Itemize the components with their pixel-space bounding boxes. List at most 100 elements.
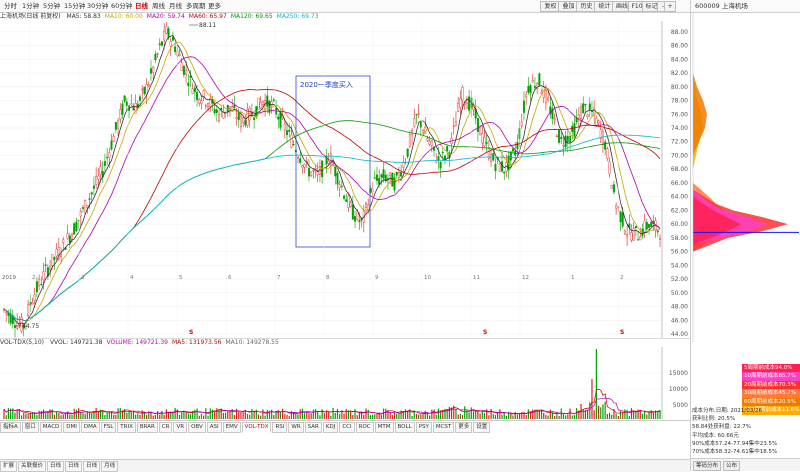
candle-body xyxy=(547,97,550,101)
candle-body xyxy=(426,138,429,141)
candle-body xyxy=(108,152,111,158)
price-tick-19: 50.00 xyxy=(671,290,688,297)
indicator-tab-11[interactable]: ASI xyxy=(206,422,222,433)
indicator-tab-23[interactable]: MCST xyxy=(432,422,455,433)
indicator-tab-5[interactable]: FSL xyxy=(100,422,117,433)
indicator-tab-2[interactable]: MACD xyxy=(39,422,63,433)
month-mark-6: 8 xyxy=(326,275,330,281)
timeframe-5[interactable]: 60分钟 xyxy=(109,1,134,11)
candle-body xyxy=(588,103,591,110)
month-mark-8: 10 xyxy=(424,275,431,281)
indicator-tab-12[interactable]: EMV xyxy=(222,422,241,433)
bottom-tab-3[interactable]: 日线 xyxy=(65,461,83,472)
candle-body xyxy=(525,94,528,98)
candle-body xyxy=(650,221,653,227)
ma-legend-item-4: MA120: 69.65 xyxy=(230,13,273,20)
indicator-tab-22[interactable]: PSY xyxy=(415,422,432,433)
indicator-tab-24[interactable]: 更多 xyxy=(455,422,473,433)
indicator-tab-4[interactable]: DMA xyxy=(80,422,100,433)
cost-legend-item-2: 20周期前成本70.3% xyxy=(742,380,800,390)
indicator-tab-8[interactable]: CR xyxy=(158,422,173,433)
bottom-tab-2[interactable]: 日线 xyxy=(47,461,65,472)
timeframe-2[interactable]: 5分钟 xyxy=(41,1,62,11)
indicator-tab-15[interactable]: WR xyxy=(288,422,304,433)
candle-body xyxy=(75,221,78,232)
toolbar-button-8[interactable]: + xyxy=(664,1,676,12)
candle-body xyxy=(619,211,622,223)
candle-body xyxy=(354,216,357,222)
candle-body xyxy=(428,141,431,145)
bottom-tab-4[interactable]: 日线 xyxy=(83,461,101,472)
indicator-tab-9[interactable]: VR xyxy=(173,422,188,433)
indicator-tab-19[interactable]: ROC xyxy=(355,422,374,433)
indicator-tab-25[interactable]: 设置 xyxy=(473,422,491,433)
candle-body xyxy=(158,43,161,46)
indicator-tab-7[interactable]: BRAR xyxy=(136,422,158,433)
candle-body xyxy=(446,146,449,152)
indicator-tab-13[interactable]: VOL-TDX xyxy=(241,422,272,433)
indicator-tab-14[interactable]: RSI xyxy=(272,422,288,433)
ma-line-120 xyxy=(3,120,661,321)
indicator-tab-17[interactable]: KDJ xyxy=(322,422,339,433)
candle-body xyxy=(338,184,341,188)
indicator-tab-10[interactable]: OBV xyxy=(188,422,206,433)
timeframe-4[interactable]: 30分钟 xyxy=(85,1,110,11)
volume-chart[interactable]: 15000 10000 5000 xyxy=(0,347,690,419)
indicator-tab-3[interactable]: DMI xyxy=(63,422,80,433)
candle-body xyxy=(207,103,210,108)
candle-body xyxy=(501,161,504,172)
candle-body xyxy=(512,148,515,152)
volume-indicator-label[interactable]: VOL-TDX(5,10) xyxy=(0,339,44,346)
candle-body xyxy=(182,65,185,75)
timeframe-9[interactable]: 多周期 xyxy=(184,1,208,11)
indicator-tab-16[interactable]: SAR xyxy=(304,422,322,433)
candle-body xyxy=(169,40,172,47)
month-mark-3: 5 xyxy=(179,275,183,281)
timeframe-10[interactable]: 更多 xyxy=(206,1,223,11)
bottom-tab-5[interactable]: 月线 xyxy=(101,461,119,472)
indicator-tab-6[interactable]: TRIX xyxy=(117,422,136,433)
price-tick-10: 68.00 xyxy=(671,166,688,173)
candle-body xyxy=(165,26,168,34)
timeframe-6[interactable]: 日线 xyxy=(133,1,150,11)
month-mark-7: 9 xyxy=(375,275,379,281)
candle-body xyxy=(103,161,106,166)
candle-body xyxy=(163,30,166,41)
timeframe-7[interactable]: 周线 xyxy=(150,1,167,11)
price-tick-4: 80.00 xyxy=(671,84,688,91)
candle-body xyxy=(343,195,346,199)
candle-body xyxy=(112,135,115,142)
candle-body xyxy=(457,103,460,112)
candle-body xyxy=(84,200,87,214)
timeframe-8[interactable]: 月线 xyxy=(167,1,184,11)
indicator-tab-18[interactable]: CCI xyxy=(339,422,355,433)
candle-body xyxy=(73,223,76,235)
right-bottom-button-1[interactable]: 公布 xyxy=(723,461,741,471)
candle-body xyxy=(656,230,659,233)
bottom-tab-1[interactable]: 关联报价 xyxy=(18,461,47,472)
candle-body xyxy=(68,235,71,244)
timeframe-3[interactable]: 15分钟 xyxy=(62,1,87,11)
candle-body xyxy=(277,116,280,120)
timeframe-0[interactable]: 分时 xyxy=(2,1,19,11)
candle-body xyxy=(27,304,30,316)
candle-body xyxy=(454,121,457,127)
right-bottom-button-0[interactable]: 筹码分布 xyxy=(693,461,722,471)
timeframe-1[interactable]: 1分钟 xyxy=(20,1,41,11)
candlestick-chart[interactable]: 88.00 86.00 84.00 82.00 80.00 78.00 76.00 74.00… xyxy=(0,21,690,338)
ma-line-60 xyxy=(3,89,661,321)
signal-mark-2: S xyxy=(620,329,624,336)
indicator-tab-20[interactable]: MTM xyxy=(374,422,394,433)
candle-body xyxy=(406,148,409,157)
candle-body xyxy=(358,220,361,223)
bottom-tab-0[interactable]: 扩展 xyxy=(0,461,18,472)
month-mark-10: 12 xyxy=(522,275,529,281)
indicator-tab-21[interactable]: BOLL xyxy=(394,422,415,433)
candle-body xyxy=(382,169,385,179)
candle-body xyxy=(373,177,376,179)
price-tick-20: 48.00 xyxy=(671,304,688,311)
indicator-tab-0[interactable]: 指标A xyxy=(0,422,21,433)
price-tick-21: 46.00 xyxy=(671,317,688,324)
indicator-tab-1[interactable]: 窗口 xyxy=(21,422,39,433)
candle-body xyxy=(218,114,221,121)
